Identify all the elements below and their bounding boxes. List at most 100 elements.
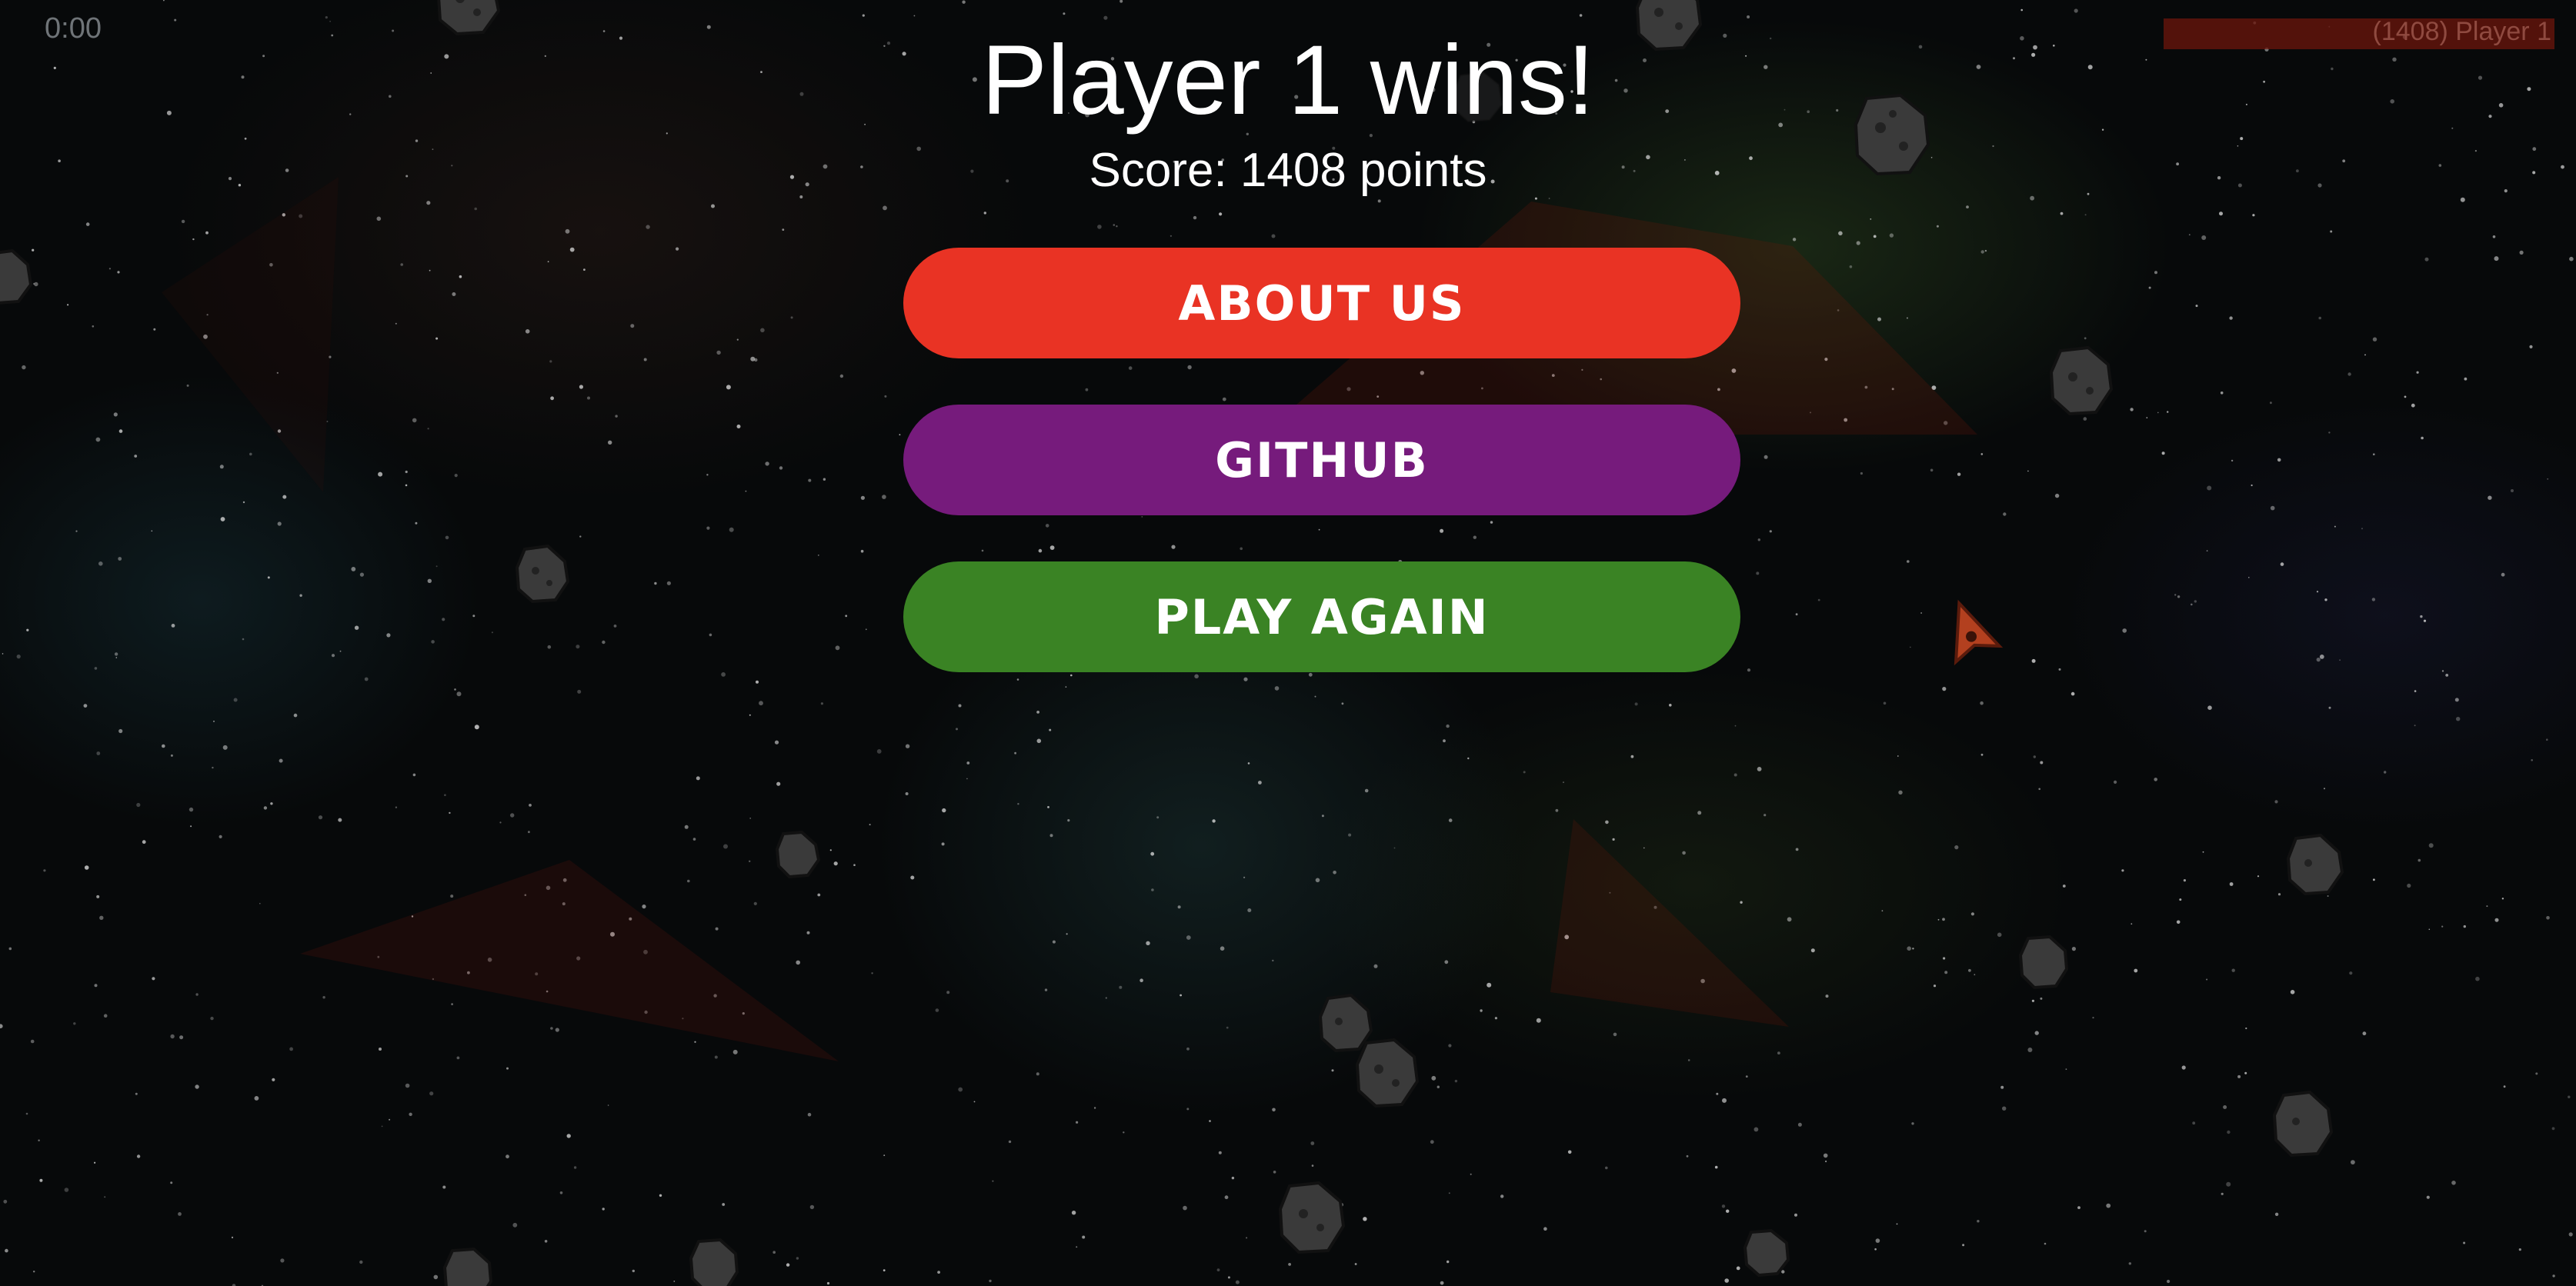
play-again-button[interactable]: PLAY AGAIN [903,561,1740,672]
star [1436,1085,1440,1088]
star [1103,15,1108,20]
star [706,526,710,530]
star [231,1236,234,1238]
star [2040,761,2044,765]
star [883,205,887,211]
star [456,691,462,697]
star [2451,1181,2456,1185]
star [512,1222,518,1228]
about-us-button[interactable]: ABOUT US [903,248,1740,358]
star [2494,256,2499,262]
star [1757,767,1762,771]
star [711,204,715,208]
star [326,421,329,422]
star [289,1047,293,1051]
star [721,672,726,677]
star [2349,971,2353,975]
star [1943,957,1946,960]
star [426,201,431,205]
star [1288,1263,1291,1266]
star [2077,1206,2080,1209]
star [2351,1160,2355,1164]
star [2167,411,2169,413]
star [1724,1278,1729,1283]
star [2372,337,2377,341]
star [729,527,734,532]
asteroid-icon [1318,993,1373,1053]
star [1071,1211,1076,1215]
star [684,825,689,829]
star [1240,547,1243,551]
star [774,740,779,745]
star [1980,453,1984,455]
star [1936,225,1939,228]
star [1733,773,1737,777]
star [325,16,328,19]
star [905,792,909,795]
star [583,268,586,271]
star [1795,613,1798,616]
star [790,316,793,319]
star [796,1257,799,1260]
star [2229,316,2233,320]
star [726,385,731,390]
star [1446,1260,1450,1264]
star [2547,478,2549,480]
star [16,655,21,659]
star [2277,458,2281,462]
star [1318,528,1320,531]
star [1734,725,1737,727]
star [2421,436,2424,440]
star [981,549,984,552]
star [1308,672,1313,677]
star [212,766,214,769]
star [882,495,886,499]
star [2031,658,2036,663]
star [1490,521,1493,524]
star [1076,1246,1078,1248]
star [64,1188,69,1192]
star [736,338,739,341]
star [2280,562,2284,566]
star [1076,1121,1079,1124]
github-button[interactable]: GITHUB [903,405,1740,515]
asteroid-icon [0,248,33,305]
star [1151,888,1154,891]
star [2201,235,2207,240]
star [1150,851,1155,856]
star [2501,572,2505,577]
star [114,652,118,656]
star [2251,484,2253,487]
star [547,261,549,263]
star [962,0,966,4]
star [2424,257,2429,262]
star [760,328,765,333]
star [178,1212,182,1216]
star [2569,256,2574,262]
star [2328,706,2331,709]
star [1063,12,1066,15]
star [2031,999,2034,1002]
star [1049,834,1053,838]
star [1364,788,1369,793]
star [1920,612,1923,614]
star [433,1274,439,1280]
star [565,228,570,234]
star [1756,571,1760,575]
star [1870,218,1872,220]
star [1825,1160,1827,1163]
star [602,1208,605,1211]
star [329,20,331,22]
final-score: Score: 1408 points [1089,144,1487,197]
star [937,1271,940,1274]
star [1883,701,1887,705]
star [646,225,650,229]
star [299,594,302,597]
star [1970,912,1974,916]
star [550,396,554,401]
star [2206,978,2208,981]
star [2176,920,2181,925]
star [1377,199,1381,203]
star [1825,994,1829,998]
star [412,773,416,777]
